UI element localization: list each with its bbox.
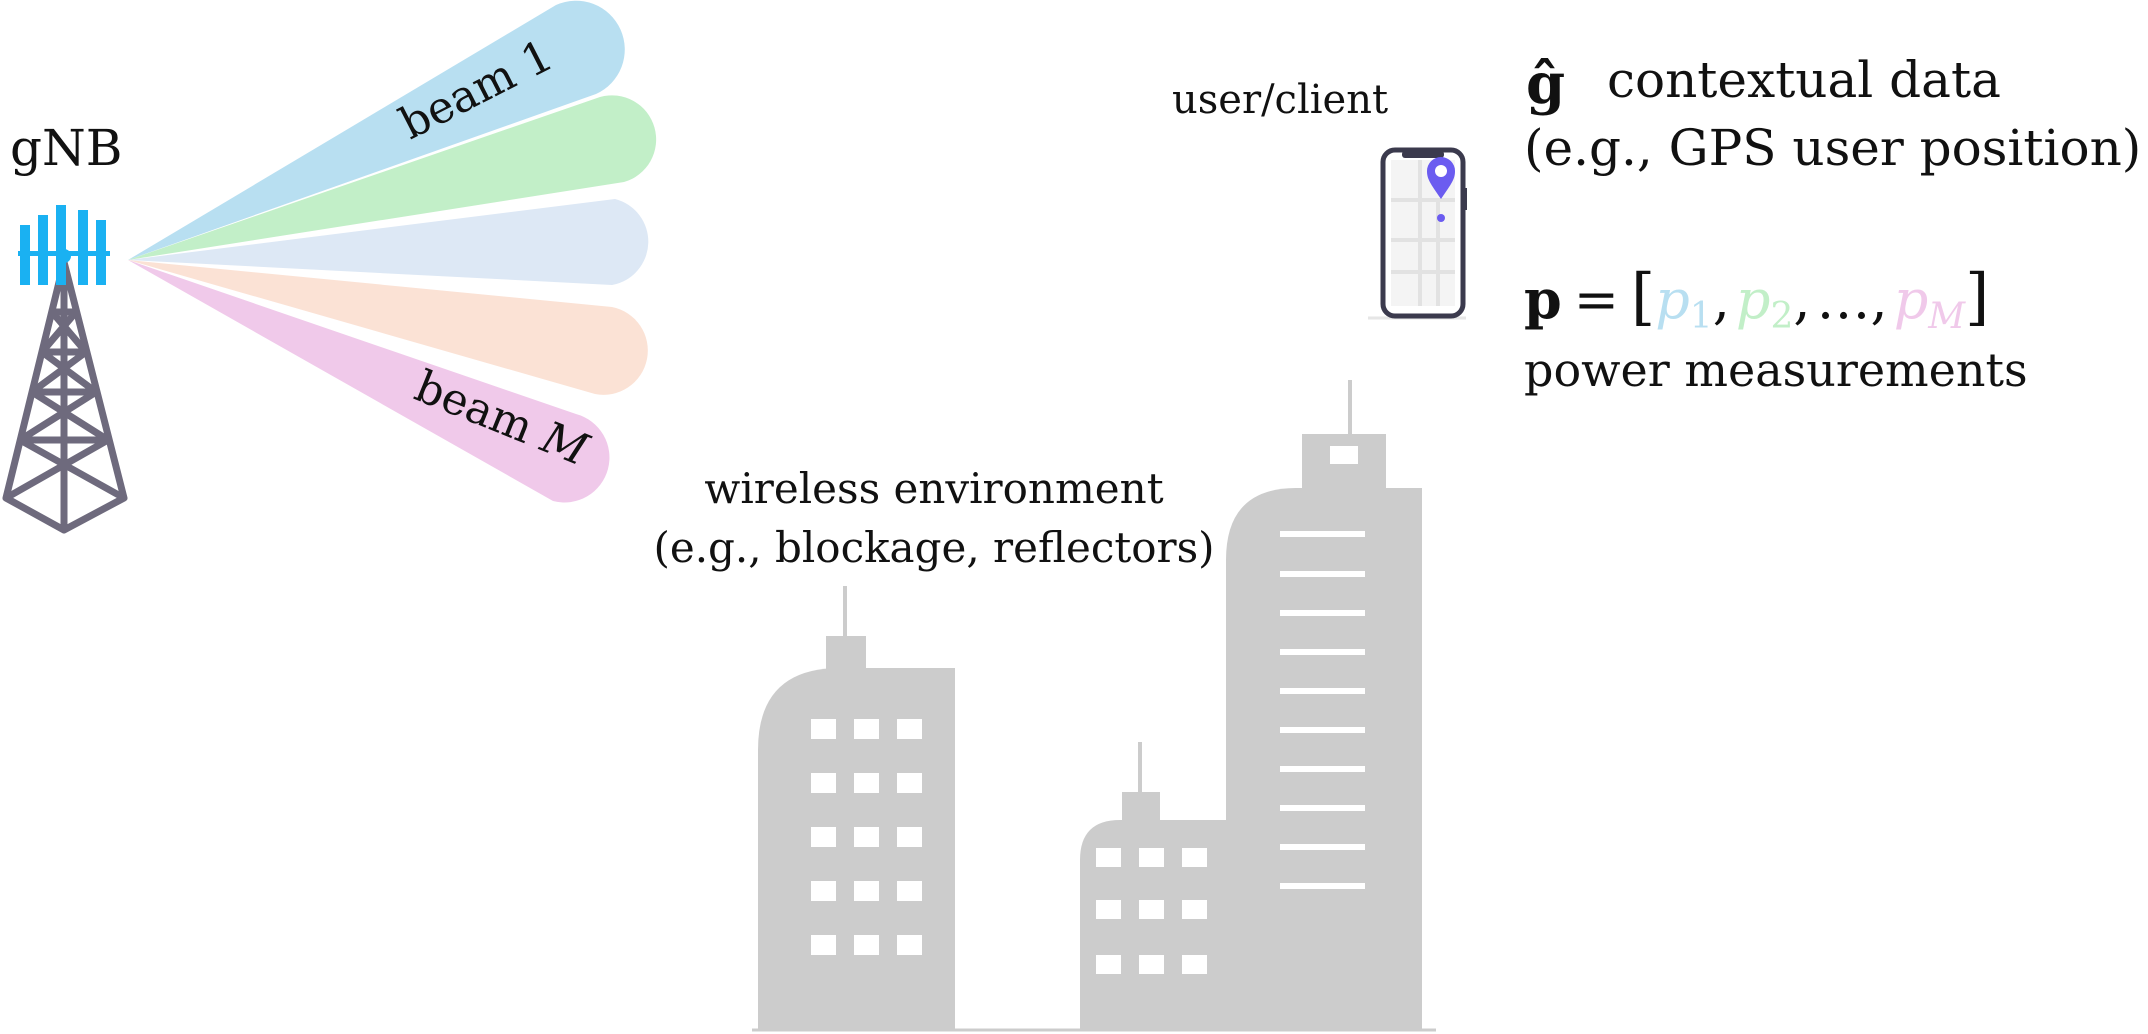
antenna-icon <box>18 205 110 285</box>
power-vector-symbol: p <box>1524 267 1562 331</box>
power-caption: power measurements <box>1524 343 2028 397</box>
context-subtitle: (e.g., GPS user position) <box>1524 119 2141 177</box>
environment-subtitle: (e.g., blockage, reflectors) <box>653 523 1214 572</box>
environment-title: wireless environment <box>704 464 1163 513</box>
gnb-label: gNB <box>10 119 123 177</box>
user-label: user/client <box>1172 77 1388 123</box>
power-term-2: p <box>1736 268 1771 331</box>
power-term-1-sub: 1 <box>1690 296 1713 337</box>
context-title: contextual data <box>1607 51 2001 109</box>
power-term-m-sub: M <box>1927 296 1966 337</box>
power-open-bracket: [ <box>1631 260 1655 333</box>
power-term-1: p <box>1655 268 1690 331</box>
power-term-m: p <box>1894 268 1929 331</box>
power-close-bracket: ] <box>1965 260 1989 333</box>
tower-icon <box>2 258 128 534</box>
power-comma-3: , <box>1871 268 1888 331</box>
diagram-canvas: beam 1 beam M gNB wireless environment (… <box>2 0 2141 1032</box>
power-comma-2: , <box>1793 268 1810 331</box>
power-vector-equation: p = [p1, p2,…, pM] <box>1524 260 1989 337</box>
power-ellipsis: … <box>1817 268 1871 331</box>
power-term-2-sub: 2 <box>1770 296 1793 337</box>
power-comma-1: , <box>1713 268 1730 331</box>
context-symbol: ĝ <box>1526 51 1565 117</box>
power-equals: = <box>1574 268 1619 331</box>
